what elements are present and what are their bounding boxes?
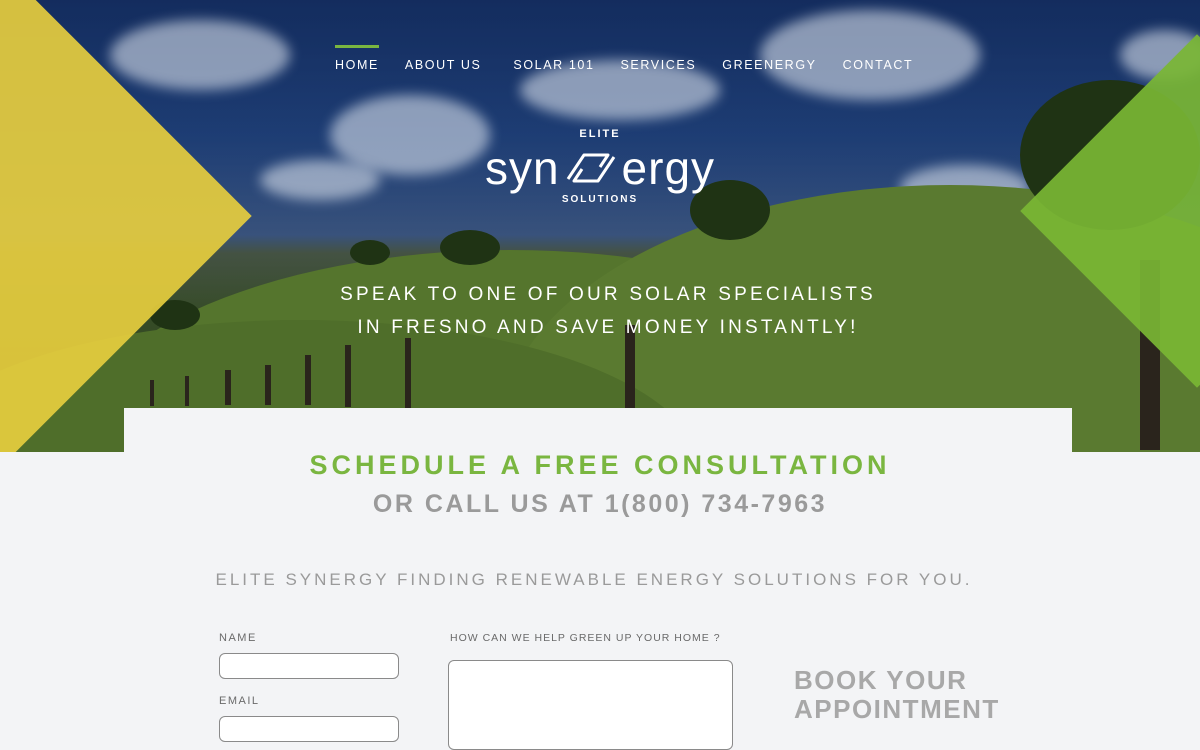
call-us-line: OR CALL US AT 1(800) 734-7963	[0, 490, 1200, 519]
name-field[interactable]	[219, 653, 399, 679]
fence-post	[345, 345, 351, 407]
book-line-1: BOOK YOUR	[794, 665, 968, 695]
tree	[440, 230, 500, 265]
nav-services[interactable]: SERVICES	[621, 45, 697, 72]
fence-post	[305, 355, 311, 405]
tagline-line-2: IN FRESNO AND SAVE MONEY INSTANTLY!	[357, 317, 859, 338]
nav-greenergy[interactable]: GREENERGY	[722, 45, 816, 72]
tree	[350, 240, 390, 265]
logo-left-text: syn	[484, 142, 560, 194]
logo-right-text: ergy	[621, 142, 716, 194]
message-field[interactable]	[448, 660, 733, 750]
fence-post	[405, 338, 411, 408]
call-prefix: OR CALL US AT	[372, 490, 596, 518]
nav-contact[interactable]: CONTACT	[843, 45, 914, 72]
site-logo[interactable]: ELITE syn ergy SOLUTIONS	[450, 128, 750, 205]
nav-home[interactable]: HOME	[335, 45, 379, 72]
nav-solar-101[interactable]: SOLAR 101	[513, 45, 594, 72]
consultation-heading: SCHEDULE A FREE CONSULTATION	[309, 450, 891, 480]
email-label: EMAIL	[219, 695, 260, 707]
book-appointment-heading: BOOK YOUR APPOINTMENT	[794, 666, 1054, 724]
name-label: NAME	[219, 632, 257, 644]
main-nav: HOME ABOUT US SOLAR 101 SERVICES GREENER…	[335, 45, 939, 72]
cloud	[110, 20, 290, 90]
phone-link[interactable]: 1(800) 734-7963	[605, 490, 827, 518]
tagline-line-1: SPEAK TO ONE OF OUR SOLAR SPECIALISTS	[340, 284, 876, 305]
logo-mark-icon	[566, 153, 615, 183]
logo-wordmark: syn ergy	[450, 140, 750, 196]
message-label: HOW CAN WE HELP GREEN UP YOUR HOME ?	[450, 632, 721, 644]
logo-top-text: ELITE	[579, 128, 621, 140]
content-card	[124, 408, 1072, 452]
section-subtitle: ELITE SYNERGY FINDING RENEWABLE ENERGY S…	[215, 570, 973, 589]
cloud	[260, 160, 380, 200]
fence-post	[225, 370, 231, 405]
fence-post	[185, 376, 189, 406]
hero-banner: HOME ABOUT US SOLAR 101 SERVICES GREENER…	[0, 0, 1200, 452]
nav-about-us[interactable]: ABOUT US	[405, 45, 481, 72]
hero-tagline: SPEAK TO ONE OF OUR SOLAR SPECIALISTS IN…	[300, 278, 916, 344]
fence-post	[150, 380, 154, 406]
fence-post	[265, 365, 271, 405]
